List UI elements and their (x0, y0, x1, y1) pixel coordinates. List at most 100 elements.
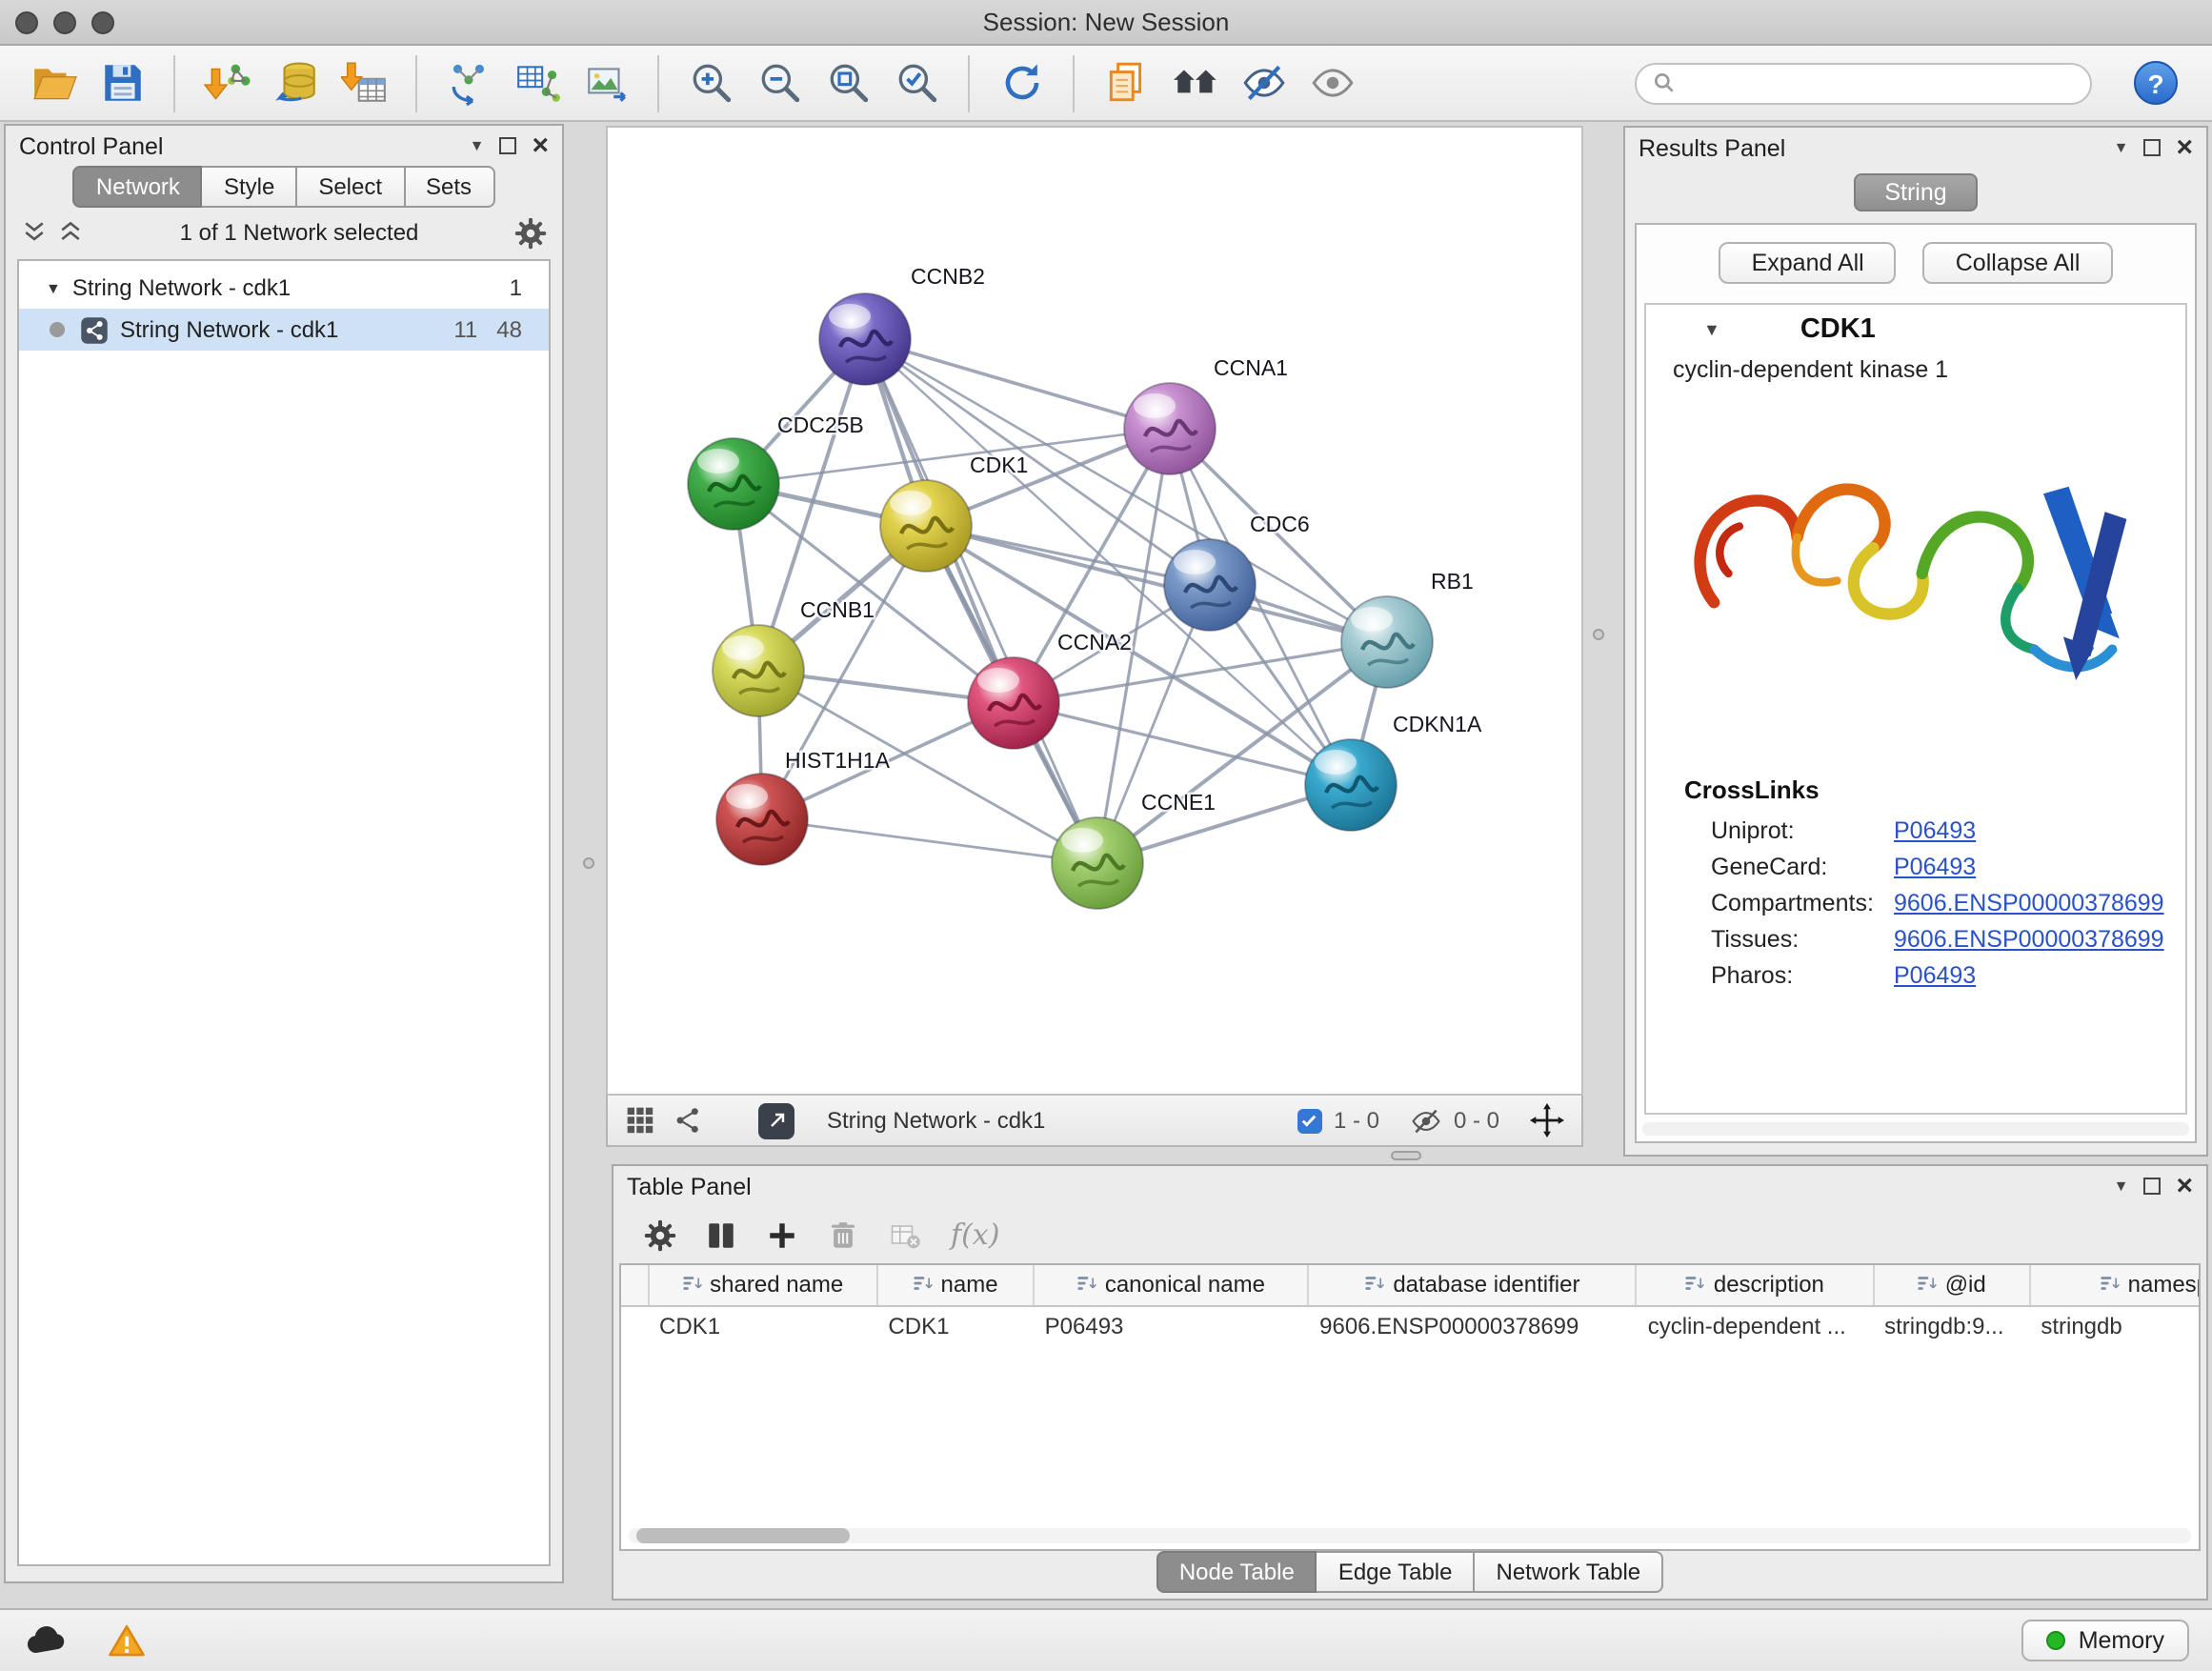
network-collection-row[interactable]: ▼ String Network - cdk1 1 (19, 267, 549, 309)
panel-float-icon[interactable] (2143, 1178, 2161, 1195)
crosslink-value-link[interactable]: 9606.ENSP00000378699 (1894, 925, 2164, 952)
panel-float-icon[interactable] (2143, 139, 2161, 156)
panel-close-icon[interactable]: × (532, 137, 549, 154)
tab-network-table[interactable]: Network Table (1476, 1551, 1664, 1593)
save-session-button[interactable] (91, 52, 152, 113)
crosslink-value-link[interactable]: P06493 (1894, 853, 1976, 879)
hide-selected-button[interactable] (1233, 52, 1294, 113)
tab-node-table[interactable]: Node Table (1156, 1551, 1317, 1593)
expand-all-button[interactable]: Expand All (1719, 242, 1897, 284)
show-all-button[interactable] (1301, 52, 1362, 113)
add-column-icon[interactable] (766, 1218, 798, 1251)
tab-select[interactable]: Select (297, 166, 405, 208)
splitter-handle[interactable] (1391, 1151, 1421, 1160)
network-node-CDK1[interactable] (880, 480, 972, 572)
protein-disclosure-icon[interactable]: ▼ (1703, 320, 1720, 339)
hidden-eye-slash-icon[interactable] (1410, 1104, 1442, 1137)
splitter-handle[interactable] (583, 857, 594, 869)
network-edge-CDK1-RB1[interactable] (926, 526, 1387, 642)
function-builder-icon[interactable]: f(x) (951, 1218, 999, 1252)
first-neighbors-button[interactable] (1164, 52, 1225, 113)
columns-icon[interactable] (705, 1218, 737, 1251)
import-table-button[interactable] (333, 52, 394, 113)
import-network-from-file-button[interactable] (196, 52, 257, 113)
panel-close-icon[interactable]: × (2176, 139, 2193, 156)
zoom-out-button[interactable] (749, 52, 810, 113)
network-node-CCNA1[interactable] (1124, 383, 1216, 474)
network-node-CCNE1[interactable] (1052, 817, 1143, 909)
delete-icon[interactable] (827, 1218, 859, 1251)
tab-string[interactable]: String (1854, 173, 1977, 211)
tab-style[interactable]: Style (203, 166, 297, 208)
network-canvas[interactable]: CCNB2CCNA1CDC25BCDK1CDC6RB1CCNB1CCNA2CDK… (606, 126, 1583, 1096)
share-network-icon[interactable] (673, 1105, 703, 1136)
column-header-canonical-name[interactable]: canonical name (1034, 1265, 1308, 1305)
network-node-CDC6[interactable] (1164, 539, 1256, 631)
export-image-button[interactable] (575, 52, 636, 113)
zoom-selected-button[interactable] (886, 52, 947, 113)
network-node-CDKN1A[interactable] (1305, 739, 1397, 831)
table-header-row: shared namenamecanonical namedatabase id… (621, 1265, 2201, 1305)
warning-icon[interactable] (107, 1621, 147, 1661)
gear-icon[interactable] (514, 216, 547, 249)
network-node-CCNA2[interactable] (968, 657, 1059, 749)
network-row[interactable]: String Network - cdk1 11 48 (19, 309, 549, 351)
clone-network-button[interactable] (438, 52, 499, 113)
crosslink-value-link[interactable]: P06493 (1894, 961, 1976, 988)
search-box[interactable] (1635, 62, 2092, 104)
workspace: Control Panel ▼ × NetworkStyleSelectSets… (0, 122, 2212, 1608)
selected-checkbox[interactable] (1297, 1108, 1322, 1133)
tab-network[interactable]: Network (73, 166, 203, 208)
table-row[interactable]: CDK1CDK1P064939606.ENSP00000378699cyclin… (621, 1305, 2201, 1345)
open-in-window-button[interactable] (758, 1102, 794, 1138)
network-edge-CCNB2-CCNE1[interactable] (865, 339, 1097, 863)
memory-button-label: Memory (2079, 1627, 2164, 1654)
move-crosshair-icon[interactable] (1530, 1103, 1564, 1137)
crosslink-value-link[interactable]: 9606.ENSP00000378699 (1894, 889, 2164, 916)
expand-all-icon[interactable] (57, 219, 84, 246)
horizontal-scrollbar-thumb[interactable] (636, 1528, 850, 1543)
column-header-namespace[interactable]: namespace (2029, 1265, 2201, 1305)
clear-table-icon[interactable] (888, 1218, 922, 1252)
collapse-all-icon[interactable] (21, 219, 48, 246)
column-header--id[interactable]: @id (1873, 1265, 2029, 1305)
panel-menu-icon[interactable]: ▼ (2114, 1178, 2129, 1195)
zoom-in-button[interactable] (680, 52, 741, 113)
column-header-database-identifier[interactable]: database identifier (1308, 1265, 1637, 1305)
network-node-CCNB1[interactable] (713, 625, 804, 716)
column-header-description[interactable]: description (1637, 1265, 1873, 1305)
import-network-from-database-button[interactable] (265, 52, 326, 113)
crosslink-value-link[interactable]: P06493 (1894, 816, 1976, 843)
horizontal-scrollbar-track[interactable] (629, 1528, 2191, 1543)
column-header-shared-name[interactable]: shared name (648, 1265, 876, 1305)
splitter-handle[interactable] (1593, 629, 1604, 640)
panel-menu-icon[interactable]: ▼ (470, 137, 485, 154)
results-horizontal-scrollbar[interactable] (1642, 1122, 2189, 1136)
tab-edge-table[interactable]: Edge Table (1317, 1551, 1476, 1593)
zoom-fit-button[interactable] (817, 52, 878, 113)
control-panel: Control Panel ▼ × NetworkStyleSelectSets… (4, 124, 564, 1583)
cloud-icon[interactable] (23, 1618, 69, 1663)
column-header-name[interactable]: name (876, 1265, 1033, 1305)
help-button[interactable]: ? (2134, 61, 2178, 105)
open-session-button[interactable] (23, 52, 84, 113)
disclosure-triangle-icon[interactable]: ▼ (46, 279, 61, 296)
panel-close-icon[interactable]: × (2176, 1178, 2193, 1195)
memory-button[interactable]: Memory (2021, 1620, 2189, 1661)
search-input[interactable] (1688, 68, 2090, 98)
network-node-CCNB2[interactable] (819, 293, 911, 385)
collapse-all-button[interactable]: Collapse All (1923, 242, 2113, 284)
panel-menu-icon[interactable]: ▼ (2114, 139, 2129, 156)
gear-icon[interactable] (644, 1218, 676, 1251)
panel-float-icon[interactable] (499, 137, 516, 154)
grid-view-icon[interactable] (625, 1105, 655, 1136)
refresh-layout-button[interactable] (991, 52, 1052, 113)
tab-sets[interactable]: Sets (405, 166, 494, 208)
network-from-table-button[interactable] (507, 52, 568, 113)
network-edge-CCNB2-CCNA1[interactable] (865, 339, 1170, 429)
network-node-RB1[interactable] (1341, 596, 1433, 688)
network-node-HIST1H1A[interactable] (716, 774, 808, 865)
network-node-CDC25B[interactable] (688, 438, 779, 530)
network-edge-HIST1H1A-CCNE1[interactable] (762, 819, 1097, 863)
copy-document-button[interactable] (1096, 52, 1156, 113)
